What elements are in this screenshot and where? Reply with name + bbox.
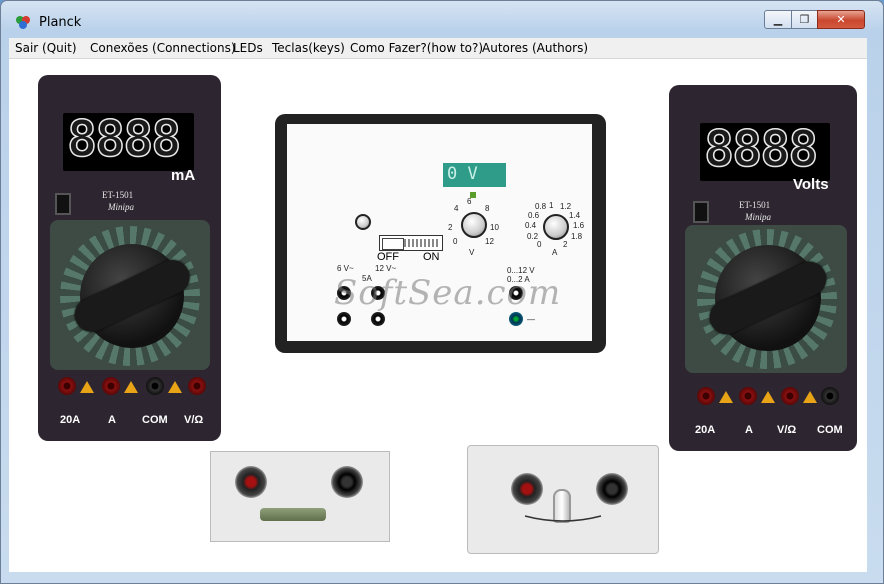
voltmeter-display: 8888: [700, 119, 830, 181]
ac-jack-4[interactable]: [371, 312, 385, 326]
voltmeter-label-v: V/Ω: [777, 424, 797, 436]
current-tick-18: 1.8: [571, 232, 583, 241]
menu-how-to[interactable]: Como Fazer?(how to?): [350, 41, 483, 55]
resistor-board[interactable]: [210, 451, 390, 542]
ammeter-range-knob[interactable]: [69, 244, 195, 348]
ac-label-6v: 6 V~: [337, 264, 354, 273]
title-bar[interactable]: Planck ▁ ❐ ✕: [1, 1, 883, 35]
power-supply-display: 0 V: [443, 163, 506, 187]
ammeter-reading: 8888: [66, 109, 182, 169]
current-unit-label: A: [552, 248, 558, 257]
voltmeter-label-20a: 20A: [695, 424, 716, 436]
warning-icon: [80, 381, 94, 393]
ammeter-power-switch[interactable]: [55, 193, 71, 215]
window-title: Planck: [39, 15, 82, 30]
current-tick-16: 1.6: [573, 221, 585, 230]
lamp-black-terminal[interactable]: [596, 473, 628, 505]
warning-icon: [761, 391, 775, 403]
voltmeter-power-switch[interactable]: [693, 201, 709, 223]
current-tick-14: 1.4: [569, 211, 581, 220]
current-tick-06: 0.6: [528, 211, 540, 220]
voltmeter-label-com: COM: [817, 424, 843, 436]
voltage-tick-0: 0: [453, 237, 458, 246]
ammeter-unit: mA: [171, 167, 196, 184]
menu-authors[interactable]: Autores (Authors): [482, 41, 588, 55]
power-supply-reading: 0 V: [447, 164, 478, 184]
voltage-tick-6: 6: [467, 197, 472, 206]
voltmeter-reading: 8888: [703, 119, 819, 179]
current-tick-12: 1.2: [560, 202, 572, 211]
voltage-unit-label: V: [469, 248, 475, 257]
power-supply: 0 V OFF ON 6 4 8 2 10 0 12 V 1 0.8 1.2 0…: [275, 114, 606, 353]
voltage-tick-4: 4: [454, 204, 459, 213]
ammeter-model: ET-1501: [102, 190, 134, 200]
lamp-wire: [524, 515, 602, 522]
lamp-board[interactable]: [467, 445, 659, 554]
app-logo-icon: [16, 16, 30, 29]
voltage-tick-12: 12: [485, 237, 494, 246]
ammeter-label-20a: 20A: [60, 414, 81, 426]
current-tick-08: 0.8: [535, 202, 547, 211]
voltmeter-dial-panel: [685, 225, 847, 373]
switch-off-label: OFF: [377, 251, 399, 263]
current-tick-2: 2: [563, 240, 568, 249]
menu-bar: Sair (Quit) Conexões (Connections) LEDs …: [9, 38, 867, 59]
voltmeter-jack-v[interactable]: [781, 387, 799, 405]
minimize-button[interactable]: ▁: [764, 10, 792, 29]
fuse-holder[interactable]: [355, 214, 371, 230]
dc-negative-label: —: [527, 315, 535, 324]
power-switch[interactable]: [379, 235, 443, 251]
voltage-tick-8: 8: [485, 204, 490, 213]
ammeter-jack-com[interactable]: [146, 377, 164, 395]
voltage-knob[interactable]: [461, 212, 487, 238]
voltmeter-jack-a[interactable]: [739, 387, 757, 405]
ammeter-label-com: COM: [142, 414, 168, 426]
warning-icon: [719, 391, 733, 403]
ammeter-jack-a[interactable]: [102, 377, 120, 395]
ammeter-brand: Minipa: [108, 202, 134, 212]
ammeter-display: 8888: [63, 109, 194, 171]
warning-icon: [168, 381, 182, 393]
voltmeter-jack-com[interactable]: [821, 387, 839, 405]
current-tick-04: 0.4: [525, 221, 537, 230]
voltmeter-unit: Volts: [793, 176, 829, 193]
menu-leds[interactable]: LEDs: [233, 41, 263, 55]
maximize-button[interactable]: ❐: [791, 10, 818, 29]
resistor-black-terminal[interactable]: [331, 466, 363, 498]
switch-on-label: ON: [423, 251, 440, 263]
ammeter-jack-20a[interactable]: [58, 377, 76, 395]
voltmeter-brand: Minipa: [745, 212, 771, 222]
ammeter-label-a: A: [108, 414, 116, 426]
lamp-red-terminal[interactable]: [511, 473, 543, 505]
current-tick-1: 1: [549, 201, 554, 210]
menu-keys[interactable]: Teclas(keys): [272, 41, 345, 55]
resistor-red-terminal[interactable]: [235, 466, 267, 498]
ammeter-jack-v[interactable]: [188, 377, 206, 395]
app-window: Planck ▁ ❐ ✕ Sair (Quit) Conexões (Conne…: [0, 0, 884, 584]
resistor-component: [260, 508, 326, 521]
menu-quit[interactable]: Sair (Quit): [15, 41, 77, 55]
current-tick-0: 0: [537, 240, 542, 249]
dc-negative-jack[interactable]: [509, 312, 523, 326]
voltmeter[interactable]: 8888 Volts ET-1501 Minipa 20A A V/Ω COM: [669, 85, 857, 451]
warning-icon: [803, 391, 817, 403]
ammeter[interactable]: 8888 mA ET-1501 Minipa 20A A COM V/Ω: [38, 75, 221, 441]
voltage-tick-10: 10: [490, 223, 499, 232]
voltmeter-jack-20a[interactable]: [697, 387, 715, 405]
ac-jack-3[interactable]: [337, 312, 351, 326]
menu-connections[interactable]: Conexões (Connections): [90, 41, 236, 55]
current-knob[interactable]: [543, 214, 569, 240]
warning-icon: [124, 381, 138, 393]
watermark: SoftSea.com: [334, 273, 562, 313]
voltmeter-label-a: A: [745, 424, 753, 436]
ammeter-dial-panel: [50, 220, 210, 370]
ac-label-12v: 12 V~: [375, 264, 397, 273]
voltmeter-model: ET-1501: [739, 200, 771, 210]
ammeter-label-v: V/Ω: [184, 414, 204, 426]
close-button[interactable]: ✕: [817, 10, 865, 29]
lab-canvas: 8888 mA ET-1501 Minipa 20A A COM V/Ω 0 V…: [9, 59, 867, 572]
voltmeter-range-knob[interactable]: [704, 245, 832, 351]
voltage-tick-2: 2: [448, 223, 453, 232]
